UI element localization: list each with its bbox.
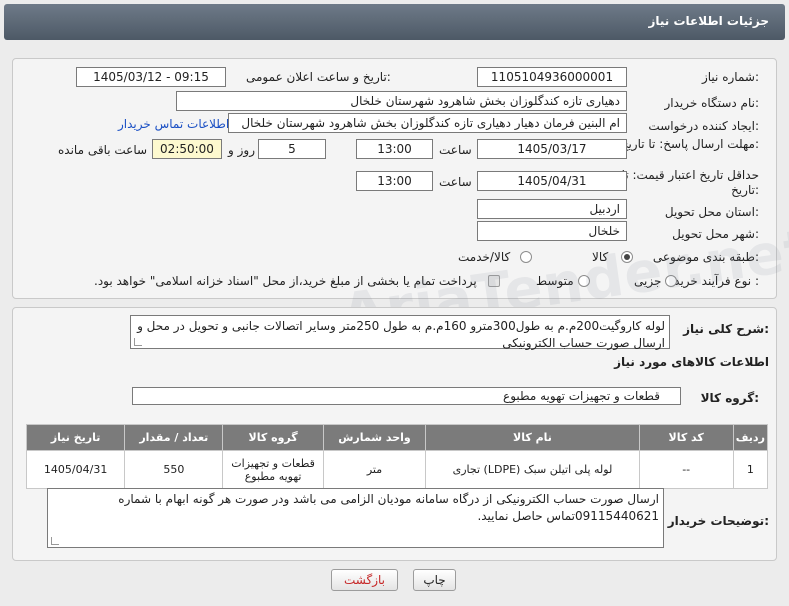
deadline-label: مهلت ارسال پاسخ: تا تاریخ: bbox=[620, 137, 759, 151]
back-button[interactable]: بازگشت bbox=[331, 569, 398, 591]
buyer-notes-box: ارسال صورت حساب الکترونیکی از درگاه ساما… bbox=[47, 488, 664, 548]
need-number-field: 1105104936000001 bbox=[477, 67, 627, 87]
buyer-notes-text: ارسال صورت حساب الکترونیکی از درگاه ساما… bbox=[118, 492, 659, 523]
summary-label: شرح کلی نیاز: bbox=[683, 322, 769, 336]
col-unit: واحد شمارش bbox=[322, 424, 427, 451]
table-row: 1 -- لوله پلی اتیلن سبک (LDPE) تجاری متر… bbox=[25, 450, 769, 489]
cell-code: -- bbox=[638, 450, 734, 489]
cell-date: 1405/04/31 bbox=[25, 450, 126, 489]
deadline-time-field: 13:00 bbox=[356, 139, 433, 159]
page-title: جزئیات اطلاعات نیاز bbox=[648, 14, 769, 28]
days-remaining-field: 5 bbox=[258, 139, 326, 159]
province-field: اردبیل bbox=[477, 199, 627, 219]
validity-label: حداقل تاریخ اعتبار قیمت: تا تاریخ: bbox=[621, 168, 759, 197]
city-field: خلخال bbox=[477, 221, 627, 241]
cell-qty: 550 bbox=[124, 450, 224, 489]
col-code: کد کالا bbox=[638, 424, 734, 451]
summary-value: لوله کاروگیت200م.م به طول300مترو 160م.م … bbox=[137, 319, 665, 350]
days-label: روز و bbox=[228, 143, 255, 157]
col-name: نام کالا bbox=[425, 424, 640, 451]
resize-handle-icon[interactable] bbox=[134, 338, 142, 346]
col-date: تاریخ نیاز bbox=[25, 424, 126, 451]
cell-row: 1 bbox=[732, 450, 769, 489]
deadline-time-label: ساعت bbox=[439, 143, 472, 157]
remaining-time-field: 02:50:00 bbox=[152, 139, 222, 159]
buyer-org-label: نام دستگاه خریدار: bbox=[664, 96, 760, 110]
validity-date-field: 1405/04/31 bbox=[477, 171, 627, 191]
col-qty: تعداد / مقدار bbox=[124, 424, 224, 451]
col-row: ردیف bbox=[732, 424, 769, 451]
goods-section-title: اطلاعات کالاهای مورد نیاز bbox=[614, 355, 769, 369]
validity-time-field: 13:00 bbox=[356, 171, 433, 191]
summary-text: لوله کاروگیت200م.م به طول300مترو 160م.م … bbox=[130, 315, 670, 350]
need-number-label: شماره نیاز: bbox=[701, 70, 759, 84]
goods-group-field: قطعات و تجهیزات تهویه مطبوع bbox=[132, 387, 681, 405]
cell-name: لوله پلی اتیلن سبک (LDPE) تجاری bbox=[425, 450, 640, 489]
deadline-date-field: 1405/03/17 bbox=[477, 139, 627, 159]
creator-field: ام البنین فرمان دهیار دهیاری تازه کندگلو… bbox=[228, 113, 627, 133]
cell-unit: متر bbox=[322, 450, 427, 489]
cell-group: قطعات و تجهیزات تهویه مطبوع bbox=[222, 450, 324, 489]
province-label: استان محل تحویل: bbox=[664, 205, 759, 219]
col-group: گروه کالا bbox=[222, 424, 324, 451]
remaining-time-label: ساعت باقی مانده bbox=[58, 143, 148, 157]
buyer-org-field: دهیاری تازه کندگلوزان بخش شاهرود شهرستان… bbox=[176, 91, 627, 111]
creator-label: ایجاد کننده درخواست: bbox=[648, 119, 759, 133]
buyer-notes-label: توضیحات خریدار: bbox=[667, 514, 769, 528]
announce-date-label: تاریخ و ساعت اعلان عمومی: bbox=[246, 70, 391, 84]
notes-resize-handle-icon[interactable] bbox=[51, 537, 59, 545]
announce-date-field: 1405/03/12 - 09:15 bbox=[76, 67, 226, 87]
goods-group-label: گروه کالا: bbox=[700, 391, 759, 405]
validity-time-label: ساعت bbox=[439, 175, 472, 189]
print-button[interactable]: چاپ bbox=[413, 569, 456, 591]
buyer-contact-link[interactable]: اطلاعات تماس خریدار bbox=[118, 117, 229, 131]
goods-table: ردیف کد کالا نام کالا واحد شمارش گروه کا… bbox=[25, 424, 769, 489]
